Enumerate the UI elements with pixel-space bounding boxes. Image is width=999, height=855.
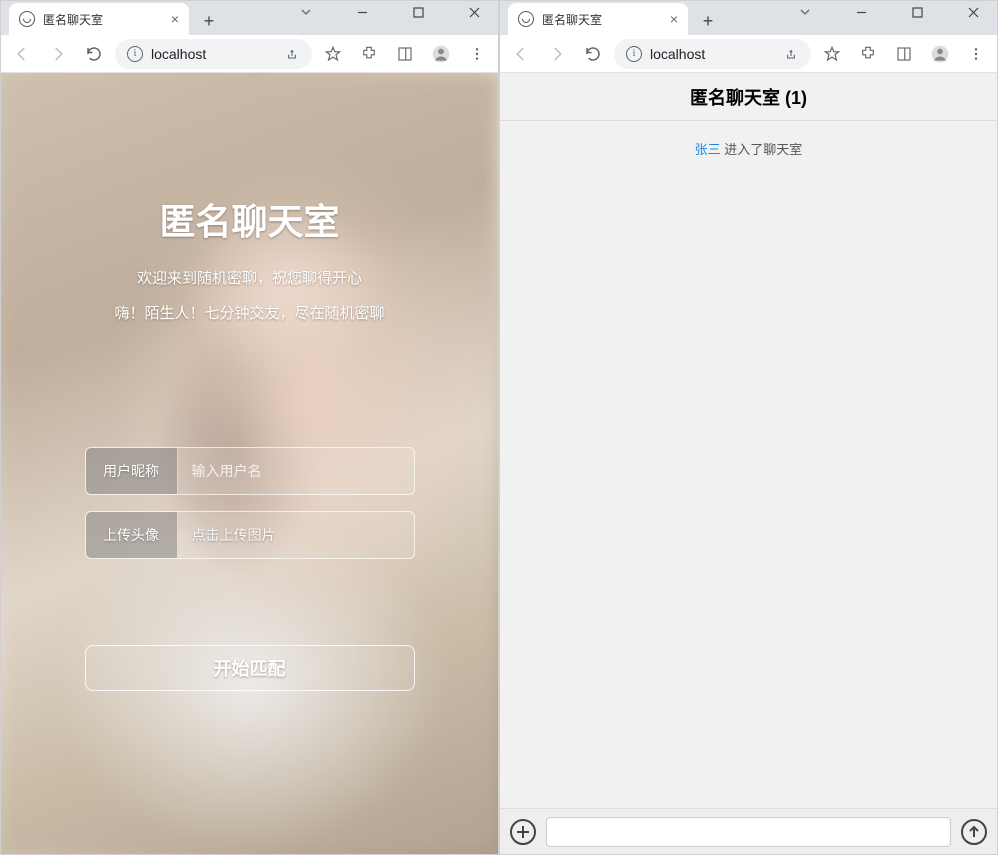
system-message-user: 张三 (695, 142, 721, 157)
subtitle-2: 嗨！陌生人！七分钟交友，尽在随机密聊 (114, 302, 384, 323)
browser-toolbar: i localhost (500, 35, 997, 73)
system-message-text: 进入了聊天室 (721, 142, 803, 157)
tab-strip: 匿名聊天室 × + (1, 1, 498, 35)
tab-title: 匿名聊天室 (43, 11, 103, 28)
chevron-down-icon[interactable] (284, 0, 328, 27)
url-text: localhost (151, 46, 206, 62)
back-button[interactable] (506, 39, 536, 69)
chat-input-bar (500, 808, 997, 854)
browser-window-right: 匿名聊天室 × + i localhost 匿名聊天室 (1) 张三 进入了聊天 (499, 0, 998, 855)
maximize-icon[interactable] (396, 0, 440, 27)
extensions-icon[interactable] (354, 39, 384, 69)
message-list: 张三 进入了聊天室 (500, 121, 997, 808)
extensions-icon[interactable] (853, 39, 883, 69)
add-button[interactable] (510, 819, 536, 845)
page-title: 匿名聊天室 (159, 193, 339, 245)
minimize-icon[interactable] (839, 0, 883, 27)
info-icon: i (626, 46, 642, 62)
forward-button[interactable] (542, 39, 572, 69)
sidepanel-icon[interactable] (889, 39, 919, 69)
nickname-input[interactable] (178, 448, 414, 494)
browser-window-left: 匿名聊天室 × + i localhost 匿名聊天室 欢迎来到随机密聊，祝您聊… (0, 0, 499, 855)
maximize-icon[interactable] (895, 0, 939, 27)
back-button[interactable] (7, 39, 37, 69)
browser-toolbar: i localhost (1, 35, 498, 73)
info-icon: i (127, 46, 143, 62)
sidepanel-icon[interactable] (390, 39, 420, 69)
message-input[interactable] (546, 817, 951, 847)
bookmark-icon[interactable] (817, 39, 847, 69)
new-tab-button[interactable]: + (694, 7, 722, 35)
minimize-icon[interactable] (340, 0, 384, 27)
tab-title: 匿名聊天室 (542, 11, 602, 28)
tab-close-icon[interactable]: × (171, 12, 179, 26)
globe-icon (518, 11, 534, 27)
window-controls (284, 0, 496, 27)
globe-icon (19, 11, 35, 27)
avatar-upload-button[interactable]: 点击上传图片 (178, 512, 414, 558)
page-content-login: 匿名聊天室 欢迎来到随机密聊，祝您聊得开心 嗨！陌生人！七分钟交友，尽在随机密聊… (1, 73, 498, 854)
close-icon[interactable] (951, 0, 995, 27)
login-form: 用户昵称 上传头像 点击上传图片 开始匹配 (85, 447, 415, 691)
address-bar[interactable]: i localhost (115, 39, 312, 69)
forward-button[interactable] (43, 39, 73, 69)
menu-icon[interactable] (462, 39, 492, 69)
profile-icon[interactable] (426, 39, 456, 69)
tab-strip: 匿名聊天室 × + (500, 1, 997, 35)
nickname-label: 用户昵称 (86, 448, 178, 494)
browser-tab[interactable]: 匿名聊天室 × (9, 3, 189, 35)
new-tab-button[interactable]: + (195, 7, 223, 35)
system-message: 张三 进入了聊天室 (695, 139, 803, 158)
chevron-down-icon[interactable] (783, 0, 827, 27)
page-content-chatroom: 匿名聊天室 (1) 张三 进入了聊天室 (500, 73, 997, 854)
send-button[interactable] (961, 819, 987, 845)
avatar-label: 上传头像 (86, 512, 178, 558)
nickname-row: 用户昵称 (85, 447, 415, 495)
login-overlay: 匿名聊天室 欢迎来到随机密聊，祝您聊得开心 嗨！陌生人！七分钟交友，尽在随机密聊… (1, 73, 498, 854)
subtitle-1: 欢迎来到随机密聊，祝您聊得开心 (137, 267, 362, 288)
profile-icon[interactable] (925, 39, 955, 69)
avatar-row: 上传头像 点击上传图片 (85, 511, 415, 559)
share-icon[interactable] (783, 46, 799, 62)
browser-tab[interactable]: 匿名聊天室 × (508, 3, 688, 35)
bookmark-icon[interactable] (318, 39, 348, 69)
address-bar[interactable]: i localhost (614, 39, 811, 69)
menu-icon[interactable] (961, 39, 991, 69)
start-match-button[interactable]: 开始匹配 (85, 645, 415, 691)
tab-close-icon[interactable]: × (670, 12, 678, 26)
url-text: localhost (650, 46, 705, 62)
reload-button[interactable] (79, 39, 109, 69)
close-icon[interactable] (452, 0, 496, 27)
reload-button[interactable] (578, 39, 608, 69)
window-controls (783, 0, 995, 27)
chatroom-header: 匿名聊天室 (1) (500, 73, 997, 121)
share-icon[interactable] (284, 46, 300, 62)
